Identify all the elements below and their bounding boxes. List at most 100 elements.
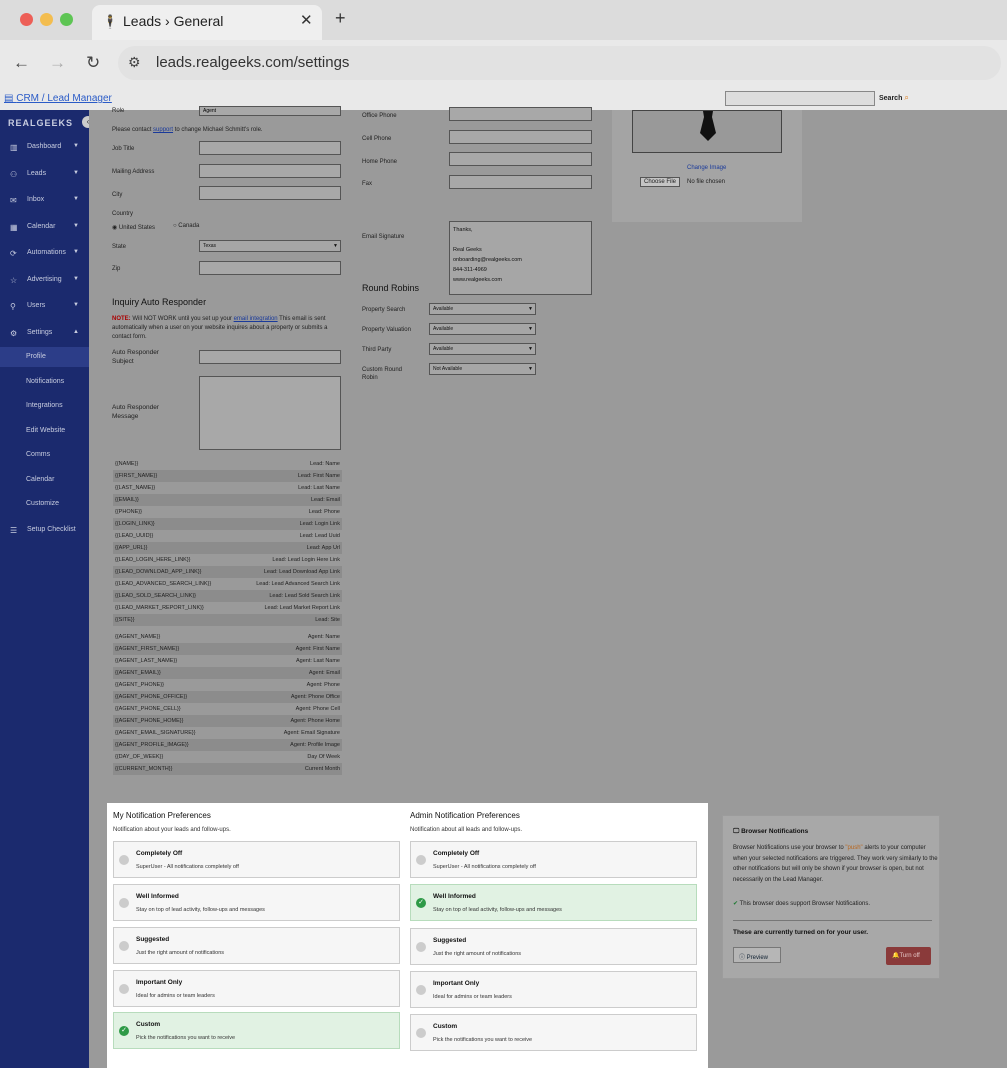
round-robin-label: Property Valuation — [362, 327, 411, 333]
merge-tag: {{LEAD_ADVANCED_SEARCH_LINK}} — [115, 581, 212, 587]
gear-icon: ⚙ — [10, 328, 18, 338]
browser-tab[interactable]: 🕴 Leads › General ✕ — [92, 5, 322, 40]
change-image-link[interactable]: Change Image — [687, 165, 726, 171]
cell-phone-input[interactable] — [449, 130, 592, 144]
search-input[interactable] — [725, 91, 875, 106]
crm-link[interactable]: ▤ CRM / Lead Manager — [4, 93, 112, 104]
back-icon[interactable]: ← — [13, 53, 30, 73]
sidebar-sub-profile[interactable]: Profile — [0, 347, 89, 367]
sidebar-sub-calendar[interactable]: Calendar — [0, 470, 89, 490]
office-phone-input[interactable] — [449, 107, 592, 121]
merge-field-row: {{AGENT_PHONE_OFFICE}} Agent: Phone Offic… — [113, 691, 342, 703]
sidebar-sub-label: Edit Website — [26, 426, 66, 434]
sidebar-item-users[interactable]: ⚲ Users ▼ — [0, 297, 89, 317]
my-prefs-option-suggested[interactable]: Suggested Just the right amount of notifi… — [113, 927, 400, 964]
role-note: Please contact support to change Michael… — [112, 126, 263, 135]
subject-input[interactable] — [199, 350, 341, 364]
sidebar-item-settings[interactable]: ⚙ Settings ▲ — [0, 324, 89, 344]
maximize-window-button[interactable] — [60, 13, 73, 26]
merge-tag: {{NAME}} — [115, 461, 139, 467]
email-integration-link[interactable]: email integration — [234, 316, 278, 322]
merge-tag: {{AGENT_PHONE_HOME}} — [115, 718, 184, 724]
close-window-button[interactable] — [20, 13, 33, 26]
site-settings-icon[interactable]: ⚙ — [128, 54, 141, 71]
sidebar-item-inbox[interactable]: ✉ Inbox ▼ — [0, 191, 89, 211]
admin-prefs-option-suggested[interactable]: Suggested Just the right amount of notifi… — [410, 928, 697, 965]
my-prefs-option-well-informed[interactable]: Well Informed Stay on top of lead activit… — [113, 884, 400, 921]
job-title-input[interactable] — [199, 141, 341, 155]
sidebar-item-leads[interactable]: ⚇ Leads ▼ — [0, 165, 89, 185]
sidebar-sub-customize[interactable]: Customize — [0, 494, 89, 514]
my-prefs-option-custom[interactable]: ✓ Custom Pick the notifications you want t… — [113, 1012, 400, 1049]
state-select[interactable]: Texas — [199, 240, 341, 252]
notification-section: My Notification Preferences Notification… — [89, 794, 1007, 1068]
admin-prefs-option-well-informed[interactable]: ✓ Well Informed Stay on top of lead activi… — [410, 884, 697, 921]
merge-tag: {{AGENT_FIRST_NAME}} — [115, 646, 180, 652]
merge-tag: {{PHONE}} — [115, 509, 142, 515]
round-robin-select[interactable]: Available — [429, 343, 536, 355]
auto-responder-title: Inquiry Auto Responder — [112, 297, 207, 307]
sidebar-item-dashboard[interactable]: ▥ Dashboard ▼ — [0, 138, 89, 158]
support-status: ✔ This browser does support Browser Noti… — [733, 900, 870, 907]
subject-label: Auto Responder Subject — [112, 349, 159, 365]
no-file-text: No file chosen — [687, 179, 726, 185]
merge-desc: Lead: Phone — [308, 509, 340, 515]
profile-image — [632, 110, 782, 153]
home-phone-input[interactable] — [449, 152, 592, 166]
bn-title-text: Browser Notifications — [741, 828, 809, 835]
sidebar-sub-edit-website[interactable]: Edit Website — [0, 421, 89, 441]
sidebar-item-label: Settings — [27, 328, 53, 336]
minimize-window-button[interactable] — [40, 13, 53, 26]
email-signature-textarea[interactable]: Thanks, Real Geeks onboarding@realgeeks.co… — [449, 221, 592, 295]
sidebar-sub-label: Profile — [26, 353, 46, 360]
menu-icon: ▤ — [4, 93, 17, 104]
country-us-radio[interactable]: ◉ United States — [112, 224, 155, 231]
admin-prefs-option-custom[interactable]: Custom Pick the notifications you want to… — [410, 1014, 697, 1051]
fax-input[interactable] — [449, 175, 592, 189]
admin-prefs-option-important-only[interactable]: Important Only Ideal for admins or team l… — [410, 971, 697, 1008]
sidebar-item-calendar[interactable]: ▦ Calendar ▼ — [0, 218, 89, 238]
preview-button[interactable]: ⓘ Preview — [733, 947, 781, 963]
option-title: Well Informed — [136, 893, 179, 900]
message-label: Auto Responder Message — [112, 404, 159, 420]
my-prefs-option-important-only[interactable]: Important Only Ideal for admins or team l… — [113, 970, 400, 1007]
sidebar-item-setup-checklist[interactable]: ☰ Setup Checklist — [0, 521, 89, 541]
support-link[interactable]: support — [153, 127, 173, 133]
choose-file-button[interactable]: Choose File — [640, 177, 681, 187]
my-prefs-option-completely-off[interactable]: Completely Off SuperUser - All notificati… — [113, 841, 400, 878]
new-tab-icon[interactable]: + — [335, 8, 346, 29]
sidebar-item-advertising[interactable]: ☆ Advertising ▼ — [0, 271, 89, 291]
calendar-icon: ▦ — [10, 222, 18, 232]
city-input[interactable] — [199, 186, 341, 200]
sidebar-sub-notifications[interactable]: Notifications — [0, 372, 89, 392]
sidebar-sub-integrations[interactable]: Integrations — [0, 396, 89, 416]
option-title: Important Only — [136, 979, 183, 986]
preview-label: Preview — [746, 955, 769, 961]
round-robin-value: Available — [433, 346, 454, 352]
monitor-icon: 🖵 — [733, 828, 742, 835]
reload-icon[interactable]: ↻ — [86, 53, 100, 73]
radio-checked-icon: ✓ — [119, 1026, 129, 1036]
round-robin-select[interactable]: Not Available — [429, 363, 536, 375]
browser-notifications-title: 🖵 Browser Notifications — [733, 828, 808, 836]
sidebar-sub-comms[interactable]: Comms — [0, 445, 89, 465]
country-canada-radio[interactable]: ○ Canada — [173, 223, 199, 229]
zip-input[interactable] — [199, 261, 341, 275]
tab-title: Leads › General — [123, 13, 224, 29]
signature-line: Real Geeks — [453, 247, 482, 253]
search-button[interactable]: Search ⌕ — [879, 93, 909, 103]
message-textarea[interactable] — [199, 376, 341, 450]
tab-close-icon[interactable]: ✕ — [300, 11, 313, 29]
admin-prefs-option-completely-off[interactable]: Completely Off SuperUser - All notificati… — [410, 841, 697, 878]
round-robin-select[interactable]: Available — [429, 323, 536, 335]
turn-off-button[interactable]: 🔔Turn off — [886, 947, 931, 965]
radio-icon — [119, 941, 129, 951]
url-text: leads.realgeeks.com/settings — [156, 54, 350, 71]
address-bar[interactable]: ⚙ leads.realgeeks.com/settings — [118, 46, 1001, 80]
round-robin-label: Third Party — [362, 347, 392, 353]
mailing-address-input[interactable] — [199, 164, 341, 178]
chevron-down-icon: ▼ — [73, 249, 79, 255]
forward-icon[interactable]: → — [49, 53, 66, 73]
round-robin-select[interactable]: Available — [429, 303, 536, 315]
sidebar-item-automations[interactable]: ⟳ Automations ▼ — [0, 244, 89, 264]
